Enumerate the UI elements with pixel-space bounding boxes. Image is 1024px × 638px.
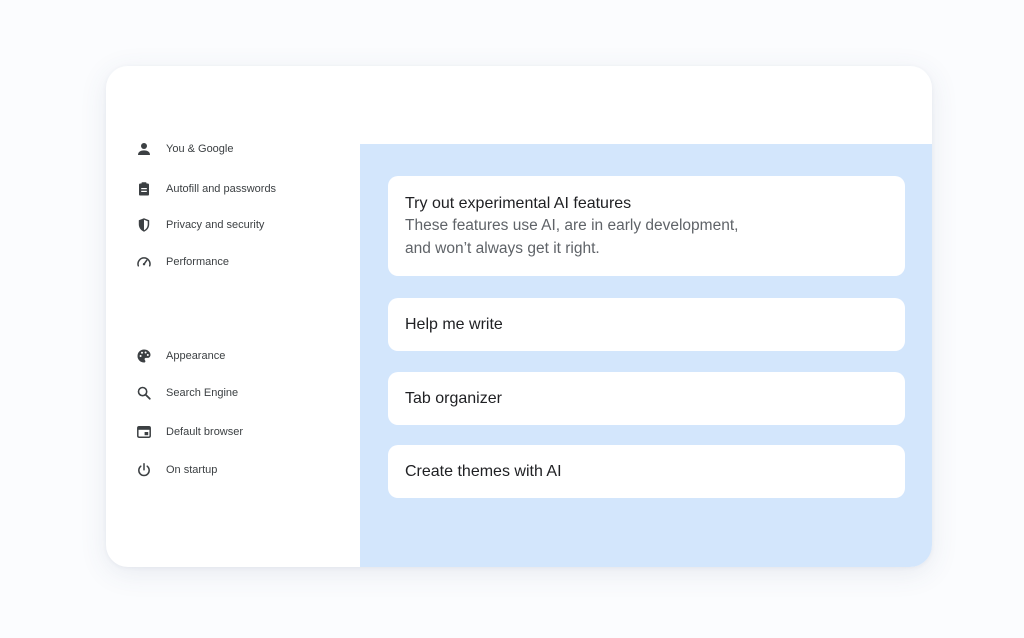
shield-icon xyxy=(136,217,152,233)
feature-help-me-write[interactable]: Help me write xyxy=(388,298,905,351)
sidebar-item-label: Autofill and passwords xyxy=(166,183,277,195)
browser-window-icon xyxy=(136,424,152,440)
sidebar-item-label: Default browser xyxy=(166,426,244,438)
ai-intro-box: Try out experimental AI features These f… xyxy=(388,176,905,276)
settings-card: You & Google Autofill and passwords Priv… xyxy=(106,66,932,567)
person-icon xyxy=(136,141,152,157)
sidebar-item-appearance[interactable]: Appearance xyxy=(136,345,225,367)
ai-features-panel: Try out experimental AI features These f… xyxy=(360,144,932,567)
sidebar-item-privacy-and-security[interactable]: Privacy and security xyxy=(136,214,264,236)
search-icon xyxy=(136,385,152,401)
sidebar-item-label: On startup xyxy=(166,464,218,476)
sidebar-item-performance[interactable]: Performance xyxy=(136,251,229,273)
sidebar-item-label: Performance xyxy=(166,256,229,268)
sidebar-item-you-and-google[interactable]: You & Google xyxy=(136,138,233,160)
clipboard-icon xyxy=(136,181,152,197)
sidebar-item-label: Appearance xyxy=(166,350,226,362)
sidebar-item-autofill-and-passwords[interactable]: Autofill and passwords xyxy=(136,178,276,200)
ai-intro-title: Try out experimental AI features xyxy=(405,195,632,212)
sidebar-item-label: Search Engine xyxy=(166,387,239,399)
feature-create-themes-with-ai[interactable]: Create themes with AI xyxy=(388,445,905,498)
power-icon xyxy=(136,462,152,478)
sidebar-item-on-startup[interactable]: On startup xyxy=(136,459,217,481)
sidebar-item-label: You & Google xyxy=(166,143,234,155)
ai-intro-description: These features use AI, are in early deve… xyxy=(405,217,739,257)
sidebar-item-search-engine[interactable]: Search Engine xyxy=(136,382,238,404)
sidebar-item-default-browser[interactable]: Default browser xyxy=(136,421,243,443)
palette-icon xyxy=(136,348,152,364)
speedometer-icon xyxy=(136,254,152,270)
feature-tab-organizer[interactable]: Tab organizer xyxy=(388,372,905,425)
settings-sidebar: You & Google Autofill and passwords Priv… xyxy=(106,66,360,567)
sidebar-item-label: Privacy and security xyxy=(166,219,265,231)
